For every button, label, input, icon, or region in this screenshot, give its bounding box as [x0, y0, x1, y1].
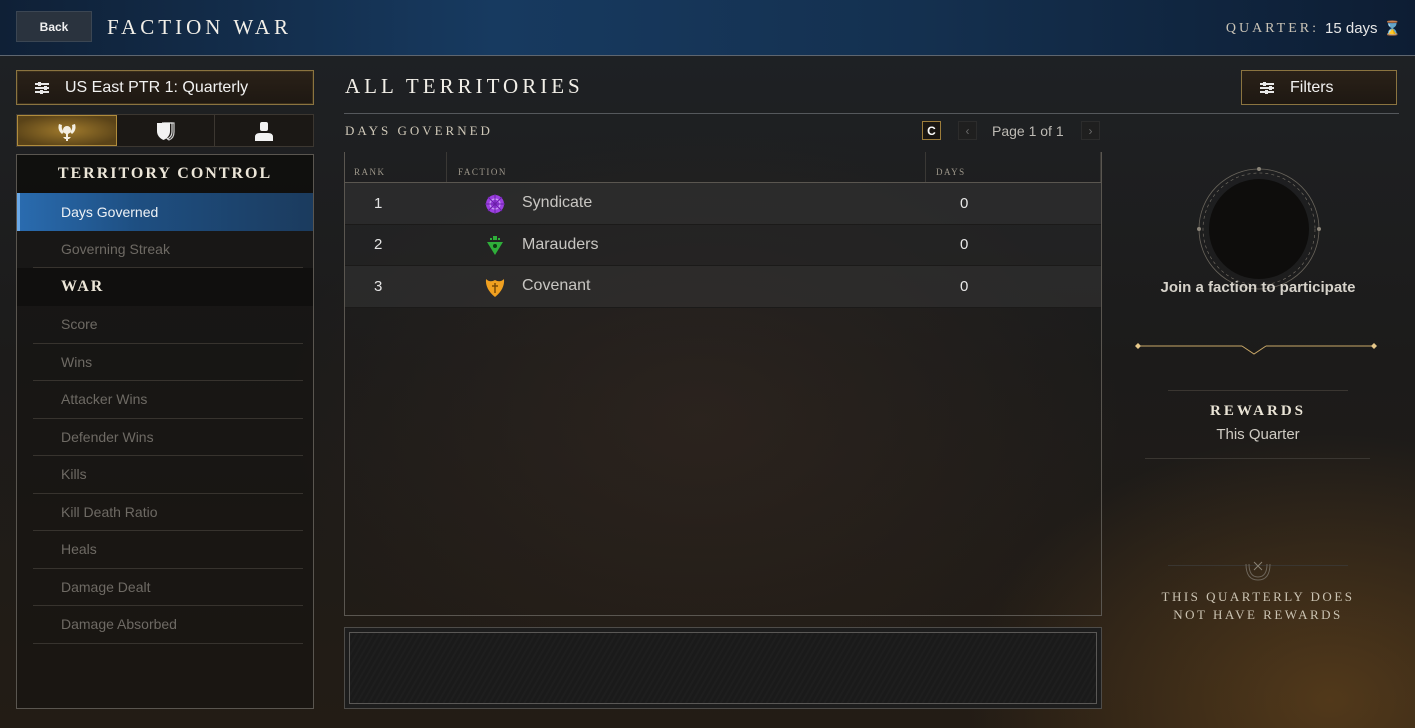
stat-item-kill-death-ratio[interactable]: Kill Death Ratio	[33, 494, 303, 531]
player-rank-box	[344, 627, 1102, 709]
no-rewards-message: THIS QUARTERLY DOES NOT HAVE REWARDS	[1120, 588, 1396, 624]
section-heading-territory-control: TERRITORY CONTROL	[17, 155, 313, 193]
no-rewards-icon	[1245, 561, 1271, 581]
stat-item-heals[interactable]: Heals	[33, 531, 303, 569]
section-heading-war: WAR	[17, 268, 313, 306]
table-row[interactable]: 1 Syndicate 0	[345, 183, 1101, 225]
stat-item-damage-absorbed[interactable]: Damage Absorbed	[33, 606, 303, 644]
stat-item-defender-wins[interactable]: Defender Wins	[33, 419, 303, 456]
sliders-icon	[1260, 81, 1274, 94]
tab-player[interactable]	[215, 115, 313, 146]
filters-label: Filters	[1290, 78, 1334, 96]
leaderboard-subtitle: DAYS GOVERNED	[345, 123, 493, 138]
faction-name: Marauders	[522, 235, 599, 253]
divider	[1168, 390, 1348, 391]
stat-item-kills[interactable]: Kills	[33, 456, 303, 494]
tab-company[interactable]	[117, 115, 216, 146]
sliders-icon	[35, 81, 49, 94]
quarter-value: 15 days	[1325, 20, 1378, 37]
leaderboard-title: ALL TERRITORIES	[345, 74, 584, 98]
column-divider	[1100, 152, 1101, 182]
ornamental-divider	[1135, 343, 1377, 355]
tab-faction[interactable]	[17, 115, 117, 146]
column-divider	[925, 152, 926, 182]
chevron-right-icon: ›	[1088, 123, 1093, 138]
stat-item-wins[interactable]: Wins	[33, 344, 303, 381]
back-button[interactable]: Back	[16, 11, 92, 42]
rank-cell: 1	[374, 194, 383, 212]
title-divider	[344, 113, 1399, 114]
filters-button[interactable]: Filters	[1241, 70, 1397, 105]
hourglass-icon: ⌛	[1383, 20, 1401, 36]
rank-cell: 2	[374, 236, 383, 254]
refresh-button[interactable]: C	[922, 121, 941, 140]
stat-item-damage-dealt[interactable]: Damage Dealt	[33, 569, 303, 606]
stat-item-governing-streak[interactable]: Governing Streak	[33, 231, 303, 268]
rank-cell: 3	[374, 277, 383, 295]
rewards-title: REWARDS	[1209, 403, 1306, 419]
page-indicator: Page 1 of 1	[992, 123, 1064, 139]
chevron-left-icon: ‹	[965, 123, 970, 138]
shields-icon	[156, 121, 175, 141]
faction-emblem-placeholder	[1197, 167, 1321, 290]
column-header-faction: FACTION	[458, 167, 507, 177]
column-header-rank: RANK	[354, 167, 386, 177]
faction-name: Covenant	[522, 277, 591, 295]
covenant-emblem-icon	[485, 279, 505, 297]
quarter-timer: QUARTER: 15 days ⌛	[1226, 20, 1401, 37]
marauders-emblem-icon	[487, 235, 503, 255]
previous-page-button[interactable]: ‹	[958, 121, 977, 140]
leaderboard-type-tabs	[16, 114, 314, 147]
faction-crest-icon	[58, 123, 76, 141]
top-bar: Back FACTION WAR QUARTER: 15 days ⌛	[0, 0, 1415, 56]
table-body: 1 Syndicate 0 2 Marauders 0 3 Covenant 0	[345, 182, 1101, 308]
stat-item-score[interactable]: Score	[33, 306, 303, 344]
table-header: RANK FACTION DAYS	[345, 152, 1101, 182]
days-cell: 0	[960, 277, 969, 295]
stat-category-panel: TERRITORY CONTROL Days Governed Governin…	[16, 154, 314, 709]
column-divider	[446, 152, 447, 182]
stat-item-days-governed[interactable]: Days Governed	[17, 193, 313, 231]
next-page-button[interactable]: ›	[1081, 121, 1100, 140]
season-select-label: US East PTR 1: Quarterly	[65, 78, 249, 96]
faction-name: Syndicate	[522, 194, 593, 212]
column-header-days: DAYS	[936, 167, 966, 177]
no-rewards-line-1: THIS QUARTERLY DOES	[1161, 589, 1355, 604]
quarter-label: QUARTER:	[1225, 20, 1320, 36]
stat-item-attacker-wins[interactable]: Attacker Wins	[33, 381, 303, 419]
divider	[1145, 458, 1370, 459]
person-icon	[255, 121, 274, 141]
season-select[interactable]: US East PTR 1: Quarterly	[16, 70, 314, 105]
table-row[interactable]: 2 Marauders 0	[345, 224, 1101, 266]
syndicate-emblem-icon	[485, 194, 505, 214]
player-rank-box-inner	[349, 632, 1097, 704]
no-rewards-line-2: NOT HAVE REWARDS	[1173, 607, 1343, 622]
days-cell: 0	[960, 194, 969, 212]
join-faction-prompt: Join a faction to participate	[1160, 279, 1356, 296]
page-title: FACTION WAR	[107, 15, 292, 39]
days-cell: 0	[960, 236, 969, 254]
table-row[interactable]: 3 Covenant 0	[345, 266, 1101, 308]
leaderboard-table: RANK FACTION DAYS 1 Syndicate 0 2 Maraud…	[344, 152, 1102, 616]
rewards-subtitle: This Quarter	[1216, 426, 1300, 443]
